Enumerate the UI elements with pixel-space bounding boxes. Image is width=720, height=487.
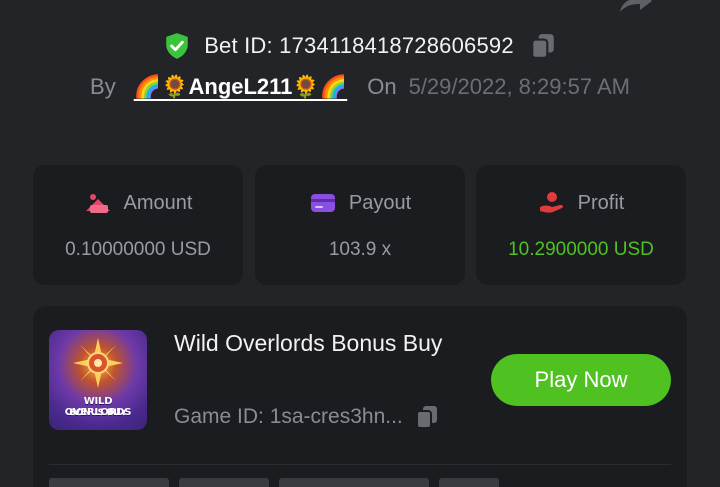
amount-card: Amount 0.10000000 USD — [33, 165, 243, 285]
by-label: By — [90, 74, 116, 99]
amount-icon — [85, 194, 110, 213]
thumbnail-subtitle: BONUS BUY — [69, 408, 127, 418]
game-title[interactable]: Wild Overlords Bonus Buy — [174, 324, 464, 362]
payout-card: Payout 103.9 x — [255, 165, 465, 285]
game-card: WILD OVERLORDS BONUS BUY Wild Overlords … — [33, 306, 687, 487]
amount-value: 0.10000000 USD — [65, 239, 211, 260]
share-icon[interactable] — [614, 0, 654, 14]
shield-check-icon — [166, 33, 188, 59]
amount-label: Amount — [123, 191, 193, 214]
profit-label: Profit — [577, 191, 625, 214]
profit-icon — [539, 192, 563, 213]
username-link[interactable]: 🌈🌻AngeL211🌻🌈 — [134, 74, 348, 100]
on-label: On — [367, 74, 397, 99]
game-id: Game ID: 1sa-cres3hn... — [174, 405, 403, 428]
play-now-button[interactable]: Play Now — [491, 354, 671, 406]
game-thumbnail[interactable]: WILD OVERLORDS BONUS BUY — [49, 330, 147, 430]
profit-card: Profit 10.2900000 USD — [476, 165, 686, 285]
sun-emblem-icon — [73, 338, 123, 388]
payout-value: 103.9 x — [328, 239, 392, 260]
profit-value: 10.2900000 USD — [508, 239, 654, 260]
divider — [49, 464, 671, 465]
bet-id: Bet ID: 1734118418728606592 — [204, 33, 514, 58]
bet-datetime: 5/29/2022, 8:29:57 AM — [408, 74, 630, 99]
author-row: By 🌈🌻AngeL211🌻🌈 On 5/29/2022, 8:29:57 AM — [0, 74, 720, 100]
payout-label: Payout — [348, 191, 412, 214]
copy-icon[interactable] — [415, 404, 439, 430]
bet-id-row: Bet ID: 1734118418728606592 — [0, 32, 720, 60]
truncated-text — [49, 478, 671, 487]
payout-icon — [310, 194, 335, 212]
game-id-row: Game ID: 1sa-cres3hn... — [174, 404, 439, 430]
copy-icon[interactable] — [530, 32, 556, 60]
